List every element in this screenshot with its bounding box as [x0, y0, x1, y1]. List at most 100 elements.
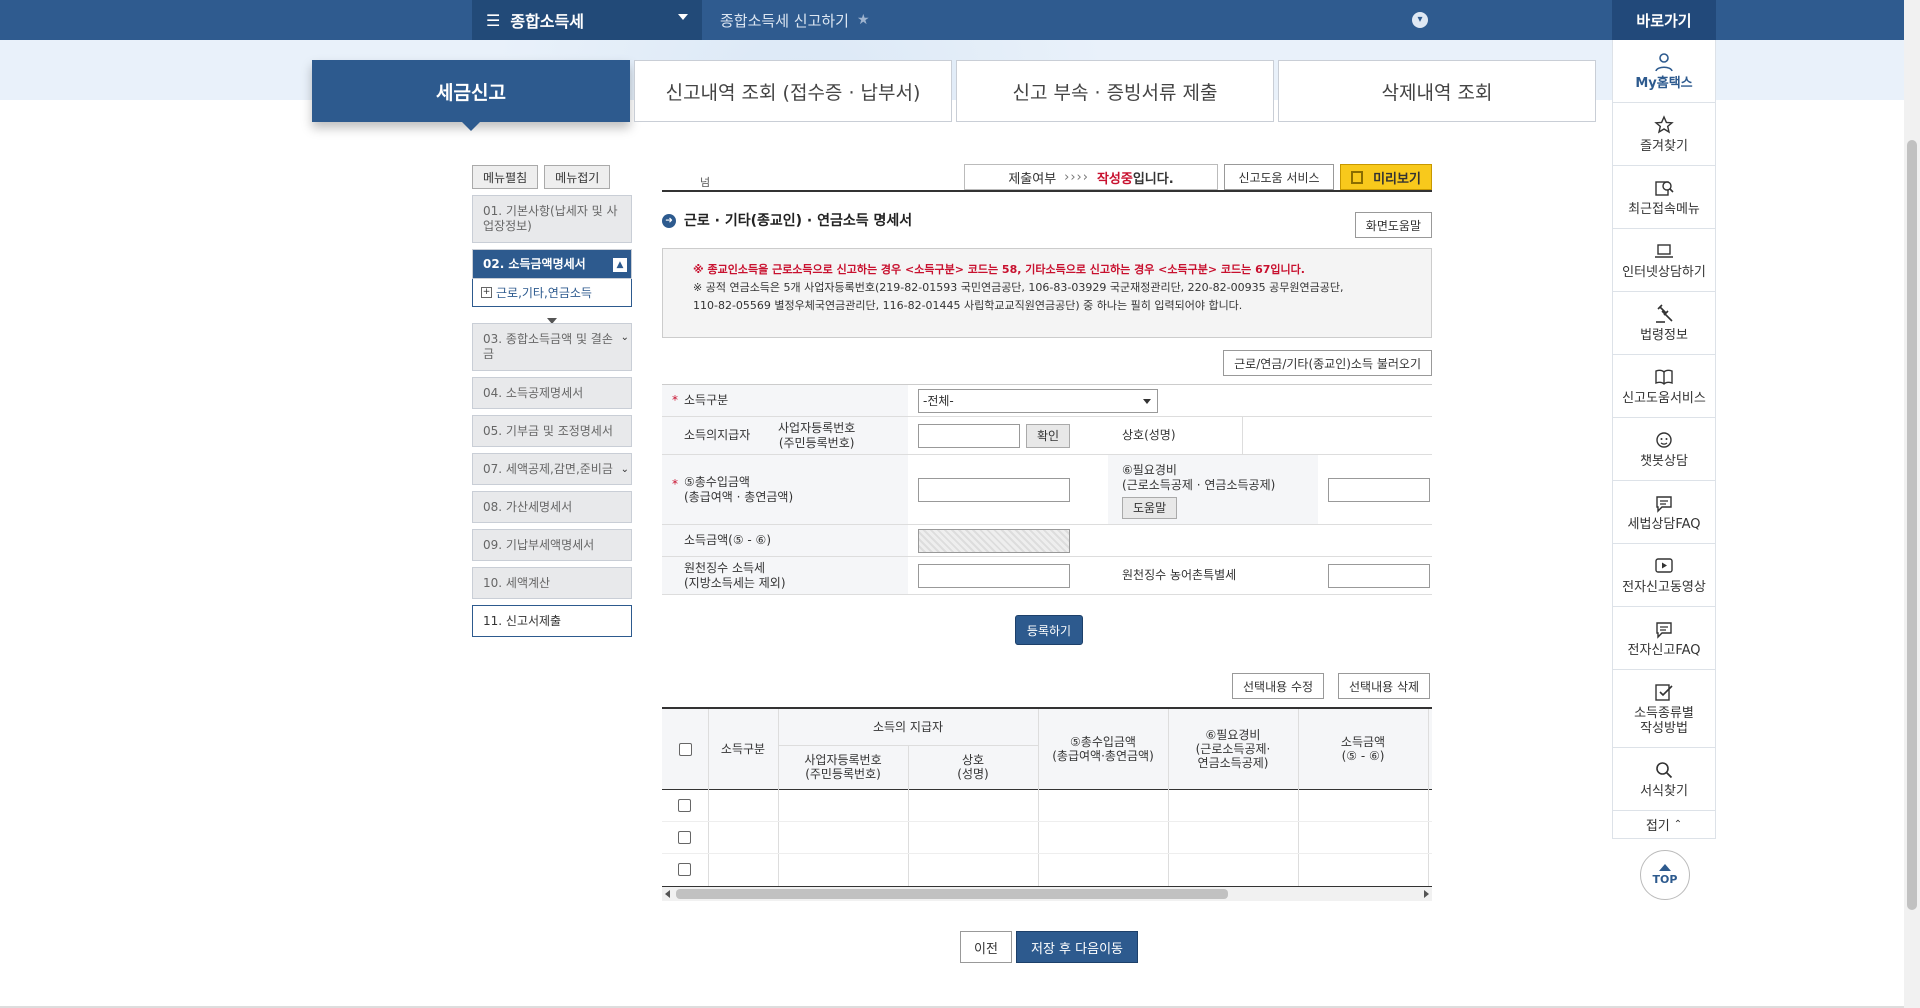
table-actions: 선택내용 수정 선택내용 삭제 — [662, 665, 1432, 707]
preview-button[interactable]: 미리보기 — [1340, 164, 1432, 190]
scroll-top-button[interactable]: TOP — [1640, 850, 1690, 900]
row-checkbox[interactable] — [678, 799, 691, 812]
tab-filing-history[interactable]: 신고내역 조회 (접수증 · 납부서) — [634, 60, 952, 122]
quick-favorites[interactable]: 즐겨찾기 — [1612, 103, 1716, 166]
load-income-button[interactable]: 근로/연금/기타(종교인)소득 불러오기 — [1223, 350, 1432, 376]
col-divider — [708, 709, 709, 886]
row-checkbox[interactable] — [678, 863, 691, 876]
register-row: 등록하기 — [662, 595, 1432, 665]
quick-efiling-faq[interactable]: 전자신고FAQ — [1612, 607, 1716, 670]
quick-recent-menu[interactable]: 최근접속메뉴 — [1612, 166, 1716, 229]
payer-label: 소득의지급자 — [662, 417, 764, 454]
scroll-right-icon[interactable] — [1424, 890, 1429, 898]
income-type-select[interactable]: -전체- — [918, 388, 1158, 413]
quick-filing-help[interactable]: 신고도움서비스 — [1612, 355, 1716, 418]
col-divider — [778, 709, 779, 886]
expense-input[interactable] — [1328, 477, 1430, 502]
breadcrumb-expand-icon[interactable]: ▾ — [1412, 12, 1428, 28]
sidebar-item-tax-credits[interactable]: 07. 세액공제,감면,준비금 ⌄ — [472, 453, 632, 485]
notice-box: ※ 종교인소득을 근로소득으로 신고하는 경우 <소득구분> 코드는 58, 기… — [662, 248, 1432, 338]
sidebar-item-tax-calc[interactable]: 10. 세액계산 — [472, 567, 632, 599]
quick-income-guide[interactable]: 소득종류별 작성방법 — [1612, 670, 1716, 748]
edit-icon — [1653, 682, 1675, 702]
expand-menu-button[interactable]: 메뉴펼침 — [472, 165, 539, 189]
main-menu-select[interactable]: ☰ 종합소득세 — [472, 0, 702, 40]
register-button[interactable]: 등록하기 — [1015, 615, 1083, 645]
confirm-button[interactable]: 확인 — [1026, 423, 1071, 448]
sidebar-item-penalty-tax[interactable]: 08. 가산세명세서 — [472, 491, 632, 523]
quick-law-info[interactable]: 법령정보 — [1612, 292, 1716, 355]
tab-label: 신고 부속 · 증빙서류 제출 — [1012, 81, 1218, 104]
sidebar-scroll-arrow-icon[interactable] — [472, 309, 632, 324]
chevron-down-icon[interactable]: ⌄ — [621, 330, 629, 345]
notice-text-2: 110-82-05569 별정우체국연금관리단, 116-82-01445 사립… — [693, 299, 1243, 312]
sidebar-item-deductions[interactable]: 04. 소득공제명세서 — [472, 377, 632, 409]
edit-selected-button[interactable]: 선택내용 수정 — [1232, 673, 1325, 699]
sidebar-item-income-statement[interactable]: 02. 소득금액명세서 ▲ — [472, 249, 632, 279]
scroll-left-icon[interactable] — [665, 890, 670, 898]
tab-label: 삭제내역 조회 — [1381, 81, 1493, 104]
scroll-thumb[interactable] — [676, 889, 1228, 899]
page-scroll-thumb[interactable] — [1907, 140, 1917, 910]
load-row: 근로/연금/기타(종교인)소득 불러오기 — [662, 338, 1432, 378]
row-divider — [662, 821, 1432, 822]
quick-label: 신고도움서비스 — [1622, 390, 1706, 406]
income-amount-field — [918, 528, 1070, 553]
step-sidebar: 메뉴펼침 메뉴접기 01. 기본사항(납세자 및 사업장정보) 02. 소득금액… — [472, 165, 632, 643]
sidebar-item-basic-info[interactable]: 01. 기본사항(납세자 및 사업장정보) — [472, 195, 632, 243]
chevron-down-icon[interactable]: ⌄ — [621, 462, 629, 477]
tab-tax-filing[interactable]: 세금신고 — [312, 60, 630, 131]
quick-my-hometax[interactable]: My홈택스 — [1612, 40, 1716, 103]
sidebar-item-submit[interactable]: 11. 신고서제출 — [472, 605, 632, 637]
play-icon — [1653, 556, 1675, 576]
quick-online-consult[interactable]: 인터넷상담하기 — [1612, 229, 1716, 292]
sidebar-item-donations[interactable]: 05. 기부금 및 조정명세서 — [472, 415, 632, 447]
help-service-button[interactable]: 신고도움 서비스 — [1224, 164, 1334, 190]
delete-selected-button[interactable]: 선택내용 삭제 — [1338, 673, 1431, 699]
withhold-tax-label: 원천징수 소득세 (지방소득세는 제외) — [662, 557, 908, 594]
nav-row: 이전 저장 후 다음이동 — [662, 901, 1432, 981]
quick-fold-button[interactable]: 접기 ⌃ — [1612, 811, 1716, 839]
withhold-rural-input[interactable] — [1328, 563, 1430, 588]
screen-help-button[interactable]: 화면도움말 — [1354, 212, 1432, 238]
arrow-up-icon — [1659, 864, 1671, 871]
plus-icon: + — [481, 287, 492, 298]
col-divider — [1428, 709, 1429, 886]
quick-efiling-video[interactable]: 전자신고동영상 — [1612, 544, 1716, 607]
sidebar-subitem-income[interactable]: + 근로,기타,연금소득 — [472, 279, 632, 307]
page-scrollbar[interactable] — [1904, 0, 1920, 1008]
sidebar-item-total-income[interactable]: 03. 종합소득금액 및 결손금 ⌄ — [472, 323, 632, 371]
gross-income-input[interactable] — [918, 477, 1070, 502]
row-checkbox[interactable] — [678, 831, 691, 844]
select-all-checkbox[interactable] — [678, 742, 692, 756]
quick-label: 법령정보 — [1640, 327, 1688, 343]
expense-help-button[interactable]: 도움말 — [1122, 497, 1178, 519]
save-next-button[interactable]: 저장 후 다음이동 — [1016, 931, 1138, 963]
submission-status: 제출여부 ›››› 작성중 입니다. — [964, 164, 1218, 190]
sidebar-item-label: 02. 소득금액명세서 — [483, 256, 586, 271]
sidebar-item-label: 04. 소득공제명세서 — [483, 385, 584, 400]
tab-deleted-history[interactable]: 삭제내역 조회 — [1278, 60, 1596, 122]
sidebar-item-prepaid-tax[interactable]: 09. 기납부세액명세서 — [472, 529, 632, 561]
prev-button[interactable]: 이전 — [960, 931, 1012, 963]
withhold-tax-input[interactable] — [918, 563, 1070, 588]
quick-chatbot[interactable]: 챗봇상담 — [1612, 418, 1716, 481]
quick-tax-faq[interactable]: 세법상담FAQ — [1612, 481, 1716, 544]
bizno-input[interactable] — [918, 423, 1020, 448]
collapse-menu-button[interactable]: 메뉴접기 — [544, 165, 611, 189]
income-type-value: -전체- — [923, 394, 954, 408]
chat-icon — [1653, 619, 1675, 639]
breadcrumb: 종합소득세 신고하기 ★ — [720, 0, 870, 40]
status-label: 제출여부 — [1008, 171, 1057, 187]
quick-label: 전자신고FAQ — [1627, 642, 1701, 658]
favorite-star-icon[interactable]: ★ — [857, 12, 870, 28]
table-horizontal-scrollbar[interactable] — [662, 887, 1432, 901]
expense-cell: ⑥필요경비 (근로소득공제 · 연금소득공제) 도움말 — [1108, 455, 1318, 524]
quick-form-search[interactable]: 서식찾기 — [1612, 748, 1716, 811]
book-icon — [1653, 367, 1675, 387]
chevron-up-icon[interactable]: ▲ — [613, 258, 627, 272]
document-icon — [1351, 170, 1364, 184]
tab-attachments[interactable]: 신고 부속 · 증빙서류 제출 — [956, 60, 1274, 122]
main-tabs: 세금신고 신고내역 조회 (접수증 · 납부서) 신고 부속 · 증빙서류 제출… — [312, 60, 1596, 131]
sidebar-item-label: 07. 세액공제,감면,준비금 — [483, 461, 613, 476]
